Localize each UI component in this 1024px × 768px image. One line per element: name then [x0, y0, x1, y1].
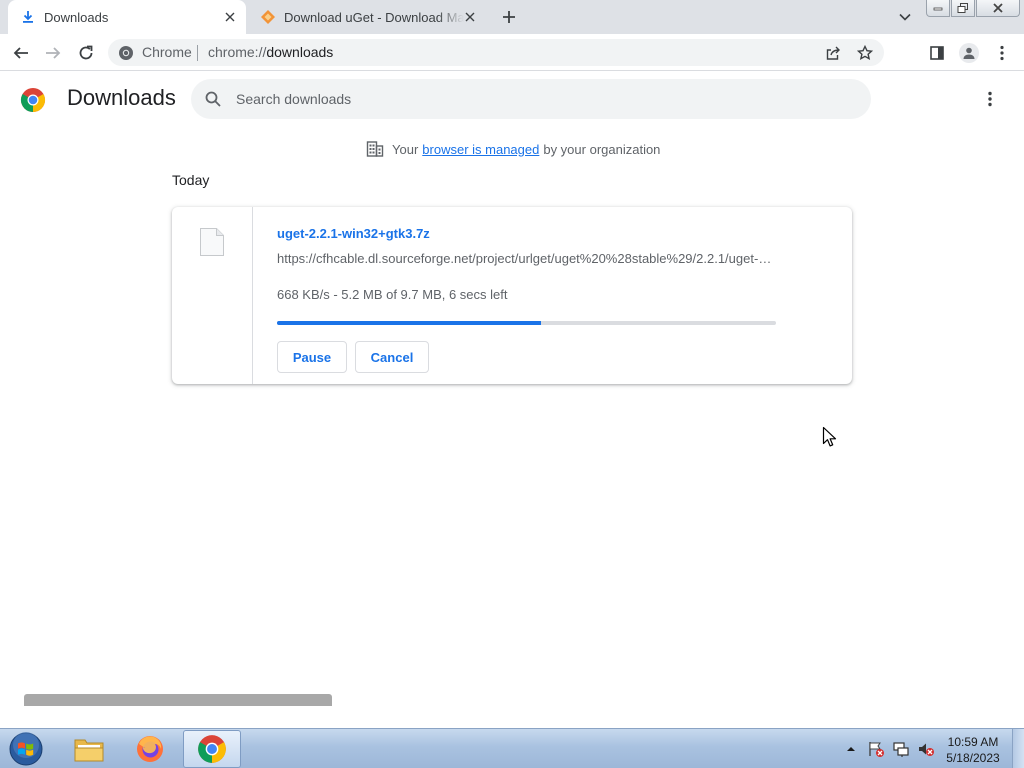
tab-title: Downloads [44, 10, 109, 25]
windows-start-icon [9, 732, 43, 766]
download-item: uget-2.2.1-win32+gtk3.7z https://cfhcabl… [172, 207, 852, 384]
side-panel-button[interactable] [926, 42, 948, 64]
tab-title: Download uGet - Download Manager [284, 10, 464, 25]
firefox-icon [137, 736, 163, 762]
clock-time: 10:59 AM [947, 735, 999, 749]
forward-button[interactable] [42, 42, 64, 64]
reload-button[interactable] [75, 42, 97, 64]
bookmark-star-icon[interactable] [856, 44, 874, 62]
downloads-header: Downloads [0, 71, 1024, 127]
downloads-menu-button[interactable] [980, 89, 1000, 109]
address-bar[interactable]: Chrome chrome://downloads [108, 39, 884, 66]
kebab-menu-icon [1000, 45, 1004, 61]
chevron-up-icon [847, 747, 855, 751]
site-chip: Chrome [142, 44, 192, 60]
minimize-button[interactable] [926, 0, 950, 17]
tab-search-button[interactable] [896, 8, 914, 26]
progress-fill [277, 321, 542, 325]
url-text[interactable]: chrome://downloads [208, 44, 333, 60]
close-window-button[interactable] [976, 0, 1020, 17]
managed-link[interactable]: browser is managed [422, 142, 539, 157]
profile-button[interactable] [958, 42, 980, 64]
system-clock[interactable]: 10:59 AM 5/18/2023 [940, 734, 1006, 766]
person-icon [963, 47, 975, 59]
download-progress-bar [277, 321, 776, 325]
volume-muted-icon[interactable] [915, 738, 937, 760]
url-host: downloads [266, 44, 334, 60]
tab-strip: Downloads Download uGet - Download Manag… [0, 0, 1024, 34]
search-input[interactable] [236, 89, 836, 109]
date-section-header: Today [172, 172, 210, 188]
start-button[interactable] [4, 729, 48, 768]
taskbar-file-explorer[interactable] [60, 730, 118, 768]
building-icon [366, 141, 384, 157]
tab-uget[interactable]: Download uGet - Download Manager [248, 0, 486, 34]
new-tab-button[interactable] [498, 6, 520, 28]
taskbar-firefox[interactable] [121, 730, 179, 768]
browser-menu-button[interactable] [991, 42, 1013, 64]
arrow-right-icon [46, 47, 61, 59]
minimize-icon [933, 7, 943, 11]
show-desktop-button[interactable] [1012, 729, 1024, 768]
mouse-pointer-icon [822, 426, 837, 447]
chrome-logo-icon [20, 88, 46, 112]
show-hidden-icons-button[interactable] [840, 738, 862, 760]
uget-logo-icon [260, 9, 276, 25]
horizontal-scrollbar-thumb[interactable] [24, 694, 332, 706]
file-icon [200, 228, 224, 256]
page-title: Downloads [67, 85, 176, 110]
cancel-button[interactable]: Cancel [355, 341, 429, 373]
system-tray [840, 729, 940, 768]
network-icon[interactable] [890, 738, 912, 760]
reload-icon [79, 45, 93, 60]
window-controls [926, 0, 1021, 18]
restore-button[interactable] [951, 0, 975, 17]
share-icon[interactable] [824, 44, 842, 62]
taskbar-chrome[interactable] [183, 730, 241, 768]
file-name-link[interactable]: uget-2.2.1-win32+gtk3.7z [277, 226, 430, 241]
divider [197, 45, 198, 61]
windows-taskbar: 10:59 AM 5/18/2023 [0, 728, 1024, 768]
close-tab-icon[interactable] [462, 9, 478, 25]
kebab-menu-icon [988, 91, 992, 107]
search-downloads[interactable] [191, 79, 871, 119]
folder-icon [74, 739, 104, 762]
close-icon [993, 3, 1003, 13]
side-panel-icon [930, 46, 944, 60]
plus-icon [503, 11, 515, 23]
managed-prefix: Your [392, 141, 419, 157]
back-button[interactable] [10, 42, 32, 64]
chevron-down-icon [899, 13, 911, 21]
managed-notice: Your browser is managed by your organiza… [366, 139, 660, 159]
file-source-url[interactable]: https://cfhcable.dl.sourceforge.net/proj… [277, 251, 777, 266]
restore-icon [957, 2, 968, 13]
download-arrow-icon [20, 9, 36, 25]
arrow-left-icon [13, 47, 28, 59]
close-tab-icon[interactable] [222, 9, 238, 25]
action-center-icon[interactable] [865, 738, 887, 760]
download-status: 668 KB/s - 5.2 MB of 9.7 MB, 6 secs left [277, 287, 508, 302]
chrome-site-icon [119, 46, 133, 60]
tab-downloads[interactable]: Downloads [8, 0, 246, 34]
chrome-icon [198, 735, 226, 763]
file-icon-column [172, 207, 253, 384]
clock-date: 5/18/2023 [946, 751, 1000, 765]
url-scheme: chrome:// [208, 44, 267, 60]
avatar [959, 43, 979, 63]
search-icon [205, 91, 221, 107]
managed-suffix: by your organization [543, 141, 661, 157]
browser-toolbar: Chrome chrome://downloads [0, 34, 1024, 71]
pause-button[interactable]: Pause [277, 341, 347, 373]
